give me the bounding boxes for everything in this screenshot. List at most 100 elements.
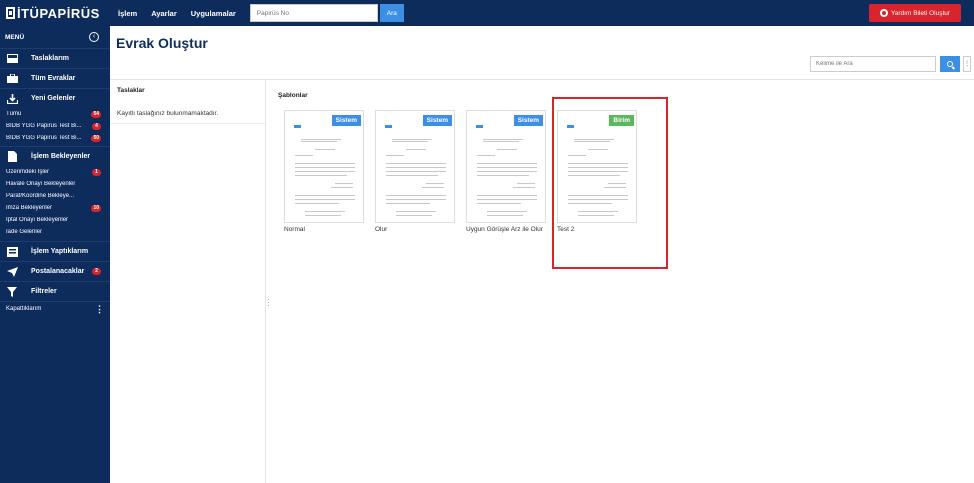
sidebar-item-mail-content: Postalanacaklar: [6, 266, 84, 277]
template-tag: Sistem: [513, 115, 543, 126]
document-text-line: [477, 203, 521, 204]
filter-icon: [6, 286, 18, 297]
document-text-line: [477, 175, 529, 176]
sidebar-item-all-documents[interactable]: Tüm Evraklar: [0, 68, 110, 88]
document-logo: [476, 125, 483, 128]
document-text-line: [295, 163, 355, 164]
document-text-line: [497, 149, 517, 150]
document-text-line: [477, 163, 537, 164]
logo-icon: [6, 7, 15, 19]
sidebar-subitem-my-tasks[interactable]: Üzerimdeki İşler 1: [0, 166, 110, 178]
document-text-line: [295, 171, 355, 172]
count-badge: 1: [92, 168, 101, 176]
panel-resize-handle[interactable]: · · ·: [267, 296, 270, 310]
sidebar-subitem-cancel-approval[interactable]: İptal Onayı Bekleyenler: [0, 214, 110, 226]
template-label: Olur: [375, 226, 388, 233]
document-text-line: [295, 199, 355, 200]
sidebar-item-new-arrivals[interactable]: Yeni Gelenler: [0, 88, 110, 108]
sidebar: MENÜ ‹ Taslaklarım Tüm Evraklar Yeni Gel…: [0, 26, 110, 483]
sidebar-item-filters[interactable]: Filtreler: [0, 281, 110, 301]
document-text-line: [315, 149, 335, 150]
word-search: ⋮: [810, 56, 971, 72]
sidebar-subitem-unit-1[interactable]: BİDB YGG Papirus Test Bi... 4: [0, 120, 110, 132]
collapse-menu-icon[interactable]: ‹: [89, 32, 99, 42]
drafts-panel: Taslaklar Kayıtlı taslağınız bulunmamakt…: [110, 80, 266, 483]
stack-icon: [6, 246, 18, 257]
document-text-line: [386, 175, 438, 176]
document-text-line: [301, 141, 337, 142]
count-badge: 4: [92, 122, 101, 130]
sidebar-item-closed[interactable]: Kapattıklarım ⋮: [0, 301, 110, 315]
brand-logo[interactable]: İTÜPAPİRÜS: [0, 0, 110, 26]
sidebar-item-label: İşlem Bekleyenler: [31, 153, 91, 160]
download-icon: [6, 93, 18, 104]
templates-title: Şablonlar: [278, 92, 308, 99]
search-icon: [947, 61, 953, 67]
document-text-line: [386, 195, 446, 196]
subitem-label: BİDB YGG Papirus Test Bi...: [6, 135, 82, 141]
document-icon: [6, 151, 18, 162]
count-badge: 50: [91, 134, 101, 142]
sidebar-item-label: İşlem Yaptıklarım: [31, 248, 89, 255]
selection-highlight: [552, 97, 668, 269]
papirus-search: Ara: [249, 4, 404, 22]
word-search-button[interactable]: [940, 56, 960, 72]
document-logo: [385, 125, 392, 128]
nav-ayarlar[interactable]: Ayarlar: [151, 9, 177, 18]
search-button[interactable]: Ara: [379, 4, 404, 22]
sidebar-subitem-initial-coordinate[interactable]: Paraf/Koordine Bekleye...: [0, 190, 110, 202]
help-ticket-button[interactable]: Yardım Bileti Oluştur: [869, 4, 961, 22]
subitem-label: İade Gelenler: [6, 229, 43, 235]
template-card-uygun-gorusle[interactable]: Sistem Uygun Görüşle Arz ile Olur: [466, 110, 546, 234]
document-text-line: [477, 155, 495, 156]
sidebar-item-drafts[interactable]: Taslaklarım: [0, 48, 110, 68]
drafts-empty-message: Kayıtlı taslağınız bulunmamaktadır.: [117, 110, 219, 117]
drafts-title: Taslaklar: [117, 87, 145, 94]
more-options-icon[interactable]: ⋮: [963, 56, 971, 72]
document-text-line: [396, 211, 436, 212]
sidebar-subitem-unit-2[interactable]: BİDB YGG Papirus Test Bi... 50: [0, 132, 110, 144]
sidebar-subitem-returned[interactable]: İade Gelenler: [0, 226, 110, 238]
document-text-line: [477, 195, 537, 196]
papirus-no-input[interactable]: [249, 4, 378, 22]
document-text-line: [392, 139, 432, 140]
template-tag: Sistem: [331, 115, 361, 126]
template-thumbnail: Sistem: [375, 110, 455, 223]
template-thumbnail: Sistem: [284, 110, 364, 223]
subitem-label: Tümü: [6, 111, 22, 117]
document-text-line: [386, 155, 404, 156]
document-text-line: [386, 171, 446, 172]
document-text-line: [331, 187, 353, 188]
sidebar-item-label: Kapattıklarım: [6, 305, 42, 312]
menu-title: MENÜ: [5, 33, 25, 41]
subitem-label: Üzerimdeki İşler: [6, 169, 50, 175]
nav-islem[interactable]: İşlem: [118, 9, 137, 18]
document-text-line: [295, 195, 355, 196]
template-card-normal[interactable]: Sistem Normal: [284, 110, 364, 234]
subitem-label: İmza Bekleyenler: [6, 205, 53, 211]
template-card-olur[interactable]: Sistem Olur: [375, 110, 455, 234]
inbox-icon: [6, 54, 18, 64]
paper-plane-icon: [6, 266, 18, 277]
document-logo: [294, 125, 301, 128]
sidebar-subitem-transfer-approval[interactable]: Havale Onayı Bekleyenler: [0, 178, 110, 190]
sidebar-item-done[interactable]: İşlem Yaptıklarım: [0, 241, 110, 261]
kebab-menu-icon[interactable]: ⋮: [95, 304, 104, 313]
template-label: Uygun Görüşle Arz ile Olur: [466, 226, 543, 233]
document-text-line: [295, 155, 313, 156]
sidebar-subitem-all[interactable]: Tümü 54: [0, 108, 110, 120]
template-thumbnail: Sistem: [466, 110, 546, 223]
nav-uygulamalar[interactable]: Uygulamalar: [191, 9, 236, 18]
sidebar-item-label: Tüm Evraklar: [31, 75, 76, 82]
sidebar-item-pending[interactable]: İşlem Bekleyenler: [0, 146, 110, 166]
document-text-line: [422, 187, 444, 188]
document-text-line: [513, 187, 535, 188]
page-title: Evrak Oluştur: [116, 35, 208, 51]
count-badge: 2: [92, 268, 101, 275]
word-search-input[interactable]: [810, 56, 936, 72]
sidebar-item-mail[interactable]: Postalanacaklar 2: [0, 261, 110, 281]
sidebar-subitem-signature-pending[interactable]: İmza Bekleyenler 10: [0, 202, 110, 214]
sidebar-item-label: Filtreler: [31, 288, 57, 295]
count-badge: 10: [91, 204, 101, 212]
document-text-line: [386, 167, 446, 168]
